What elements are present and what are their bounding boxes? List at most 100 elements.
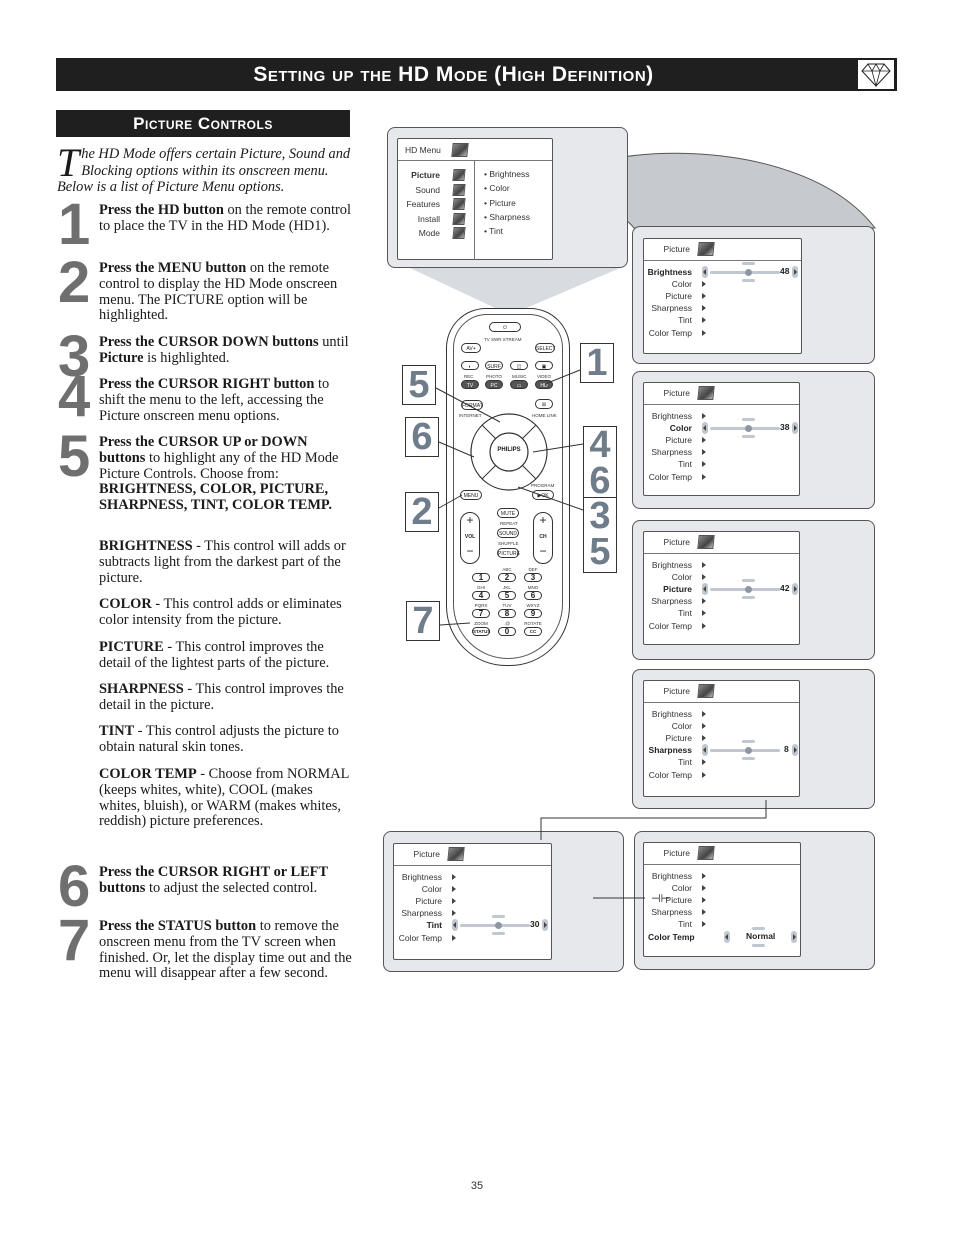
picture-menu-item[interactable]: Color (644, 571, 692, 583)
picture-menu-item-label: Picture (665, 435, 692, 446)
arrow-left-icon[interactable] (452, 919, 458, 932)
digit-button-6[interactable]: 6 (524, 591, 542, 600)
arrow-right-icon[interactable] (542, 919, 548, 932)
prev-button[interactable]: ◫ (510, 361, 528, 370)
value-slider[interactable]: 38 (702, 418, 798, 439)
picture-menu-item[interactable]: Color Temp (644, 620, 692, 632)
arrow-left-icon[interactable] (724, 930, 730, 943)
hd-button[interactable]: HD (535, 380, 553, 389)
picture-menu-item[interactable]: Sharpness (644, 302, 692, 314)
picture-menu-item[interactable]: Picture (644, 583, 692, 595)
hd-menu-item[interactable]: Sound (398, 183, 466, 196)
digit-button-7[interactable]: 7 (472, 609, 490, 618)
tv-button[interactable]: TV (461, 380, 479, 389)
slider-knob[interactable] (745, 586, 752, 594)
picture-menu-item[interactable]: Brightness (644, 708, 692, 720)
value-slider[interactable]: 8 (702, 740, 798, 761)
picture-menu-item[interactable]: Tint (644, 756, 692, 768)
digit-button-8[interactable]: 8 (498, 609, 516, 618)
arrow-right-icon[interactable] (792, 422, 798, 435)
arrow-left-icon[interactable] (702, 422, 708, 435)
picture-menu-item[interactable]: Picture (644, 290, 692, 302)
picture-menu-item[interactable]: Brightness (394, 871, 442, 883)
color-temp-selector[interactable]: Normal (702, 926, 798, 947)
arrow-right-icon[interactable] (792, 744, 798, 757)
picture-menu-item[interactable]: Color Temp (644, 769, 692, 781)
picture-menu-item[interactable]: Color (644, 278, 692, 290)
volume-rocker[interactable]: + VOL − (460, 512, 480, 564)
picture-menu-item[interactable]: Sharpness (644, 446, 692, 458)
picture-menu-item[interactable]: Brightness (644, 410, 692, 422)
digit-button-9[interactable]: 9 (524, 609, 542, 618)
picture-menu-item[interactable]: Color Temp (644, 931, 695, 943)
digit-button-1[interactable]: 1 (472, 573, 490, 582)
picture-menu-item[interactable]: Tint (644, 314, 692, 326)
digit-button-4[interactable]: 4 (472, 591, 490, 600)
picture-menu-item[interactable]: Picture (394, 895, 442, 907)
picture-menu-item[interactable]: Tint (644, 918, 692, 930)
ok-button[interactable]: ▶OK (532, 490, 554, 500)
picture-menu-item[interactable]: Picture (644, 732, 692, 744)
picture-menu-item[interactable]: Color Temp (644, 471, 692, 483)
slider-knob[interactable] (745, 425, 752, 433)
format-button[interactable]: FORMAT (461, 400, 483, 410)
power-button[interactable]: ⏻ (489, 322, 521, 332)
picture-menu-item[interactable]: Brightness (644, 559, 692, 571)
value-slider[interactable]: 48 (702, 262, 798, 282)
arrow-right-icon[interactable] (792, 266, 798, 278)
picture-menu-item[interactable]: Color Temp (394, 932, 442, 944)
picture-menu-item[interactable]: Tint (644, 458, 692, 470)
select-button[interactable]: SELECT (535, 343, 555, 353)
arrow-left-icon[interactable] (702, 744, 708, 757)
hd-menu-item[interactable]: Mode (398, 227, 466, 239)
picture-menu-item[interactable]: Tint (394, 919, 442, 931)
menu-button[interactable]: MENU (460, 490, 482, 500)
picture-menu-item[interactable]: Brightness (644, 266, 692, 278)
value-slider[interactable]: 30 (452, 915, 548, 936)
picture-menu-item[interactable]: Color (394, 883, 442, 895)
hd-menu-item[interactable]: Features (398, 198, 466, 210)
picture-menu-item[interactable]: Color (644, 720, 692, 732)
music-button[interactable]: ▭ (510, 380, 528, 389)
picture-menu-item[interactable]: Sharpness (644, 906, 692, 918)
arrow-left-icon[interactable] (702, 266, 708, 278)
pc-button[interactable]: PC (485, 380, 503, 389)
slider-knob[interactable] (745, 747, 752, 755)
features-icon (452, 198, 466, 210)
hd-menu-item[interactable]: Picture (398, 169, 466, 181)
av-button[interactable]: AV+ (461, 343, 481, 353)
arrow-left-icon[interactable] (702, 583, 708, 596)
mute-button[interactable]: MUTE (497, 508, 519, 518)
hd-menu-item[interactable]: Install (398, 212, 466, 225)
digit-button-5[interactable]: 5 (498, 591, 516, 600)
picture-menu-item[interactable]: Color Temp (644, 327, 692, 339)
channel-rocker[interactable]: + CH − (533, 512, 553, 564)
slider-knob[interactable] (745, 269, 752, 276)
surf-button[interactable]: SURF (485, 361, 503, 370)
play-pause-button[interactable]: ◐ (461, 361, 479, 370)
picture-menu-item[interactable]: Sharpness (394, 907, 442, 919)
picture-menu-item[interactable]: Picture (644, 434, 692, 446)
arrow-right-icon (702, 771, 706, 778)
picture-menu-osd: Picture Brightness Color Picture 42 Sharpness… (643, 531, 800, 645)
picture-menu-item[interactable]: Tint (644, 607, 692, 619)
status-button[interactable]: STATUS (472, 627, 490, 636)
arrow-right-icon[interactable] (792, 583, 798, 596)
slider-knob[interactable] (495, 922, 502, 930)
picture-menu-item[interactable]: Brightness (644, 870, 692, 882)
next-button[interactable]: ▣ (535, 361, 553, 370)
picture-menu-item[interactable]: Sharpness (644, 595, 692, 607)
picture-button[interactable]: PICTURE (497, 548, 520, 558)
picture-menu-item[interactable]: Color (644, 422, 692, 434)
value-slider[interactable]: 42 (702, 579, 798, 600)
key-label: DEF (528, 567, 538, 572)
cc-button[interactable]: CC (524, 627, 542, 636)
picture-menu-item[interactable]: Sharpness (644, 744, 692, 756)
arrow-right-icon[interactable] (791, 930, 797, 943)
digit-button-2[interactable]: 2 (498, 573, 516, 582)
sound-button[interactable]: SOUND (497, 528, 519, 538)
hd-menu-item-label: Picture (411, 170, 440, 180)
digit-button-3[interactable]: 3 (524, 573, 542, 582)
home-link-button[interactable]: ⊞ (535, 399, 553, 409)
digit-button-0[interactable]: 0 (498, 627, 516, 636)
